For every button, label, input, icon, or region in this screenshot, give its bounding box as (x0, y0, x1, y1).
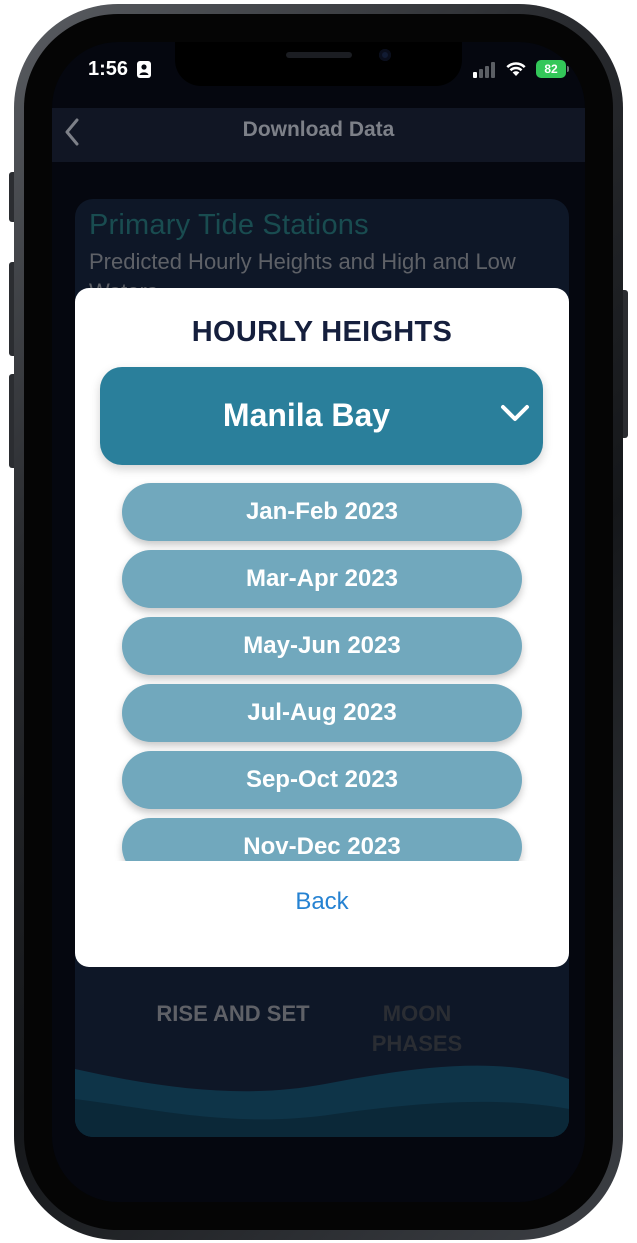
background-card-title: Primary Tide Stations (89, 209, 369, 241)
date-range-button[interactable]: Jan-Feb 2023 (122, 483, 522, 541)
date-range-button[interactable]: Jul-Aug 2023 (122, 684, 522, 742)
date-range-button[interactable]: Sep-Oct 2023 (122, 751, 522, 809)
page-title: Download Data (242, 118, 395, 141)
contact-card-icon (137, 61, 151, 78)
waves-decoration (75, 1065, 569, 1137)
camera-notch (175, 42, 462, 86)
date-range-list[interactable]: Jan-Feb 2023 Mar-Apr 2023 May-Jun 2023 J… (98, 478, 546, 861)
date-range-button[interactable]: Mar-Apr 2023 (122, 550, 522, 608)
chevron-down-icon (501, 405, 529, 421)
device-mockup: 1:56 82 Download Data Primary Tide Stati… (0, 0, 637, 1243)
cellular-signal-icon (473, 62, 495, 78)
date-range-button[interactable]: Nov-Dec 2023 (122, 818, 522, 861)
status-time: 1:56 (88, 58, 129, 80)
moon-phases-option: MOON PHASES (371, 1001, 463, 1056)
dialog-title: HOURLY HEIGHTS (191, 316, 453, 348)
earpiece-speaker (286, 52, 352, 58)
back-button[interactable]: Back (75, 888, 569, 916)
station-selected-value: Manila Bay (222, 397, 391, 433)
station-dropdown[interactable]: Manila Bay (100, 367, 543, 465)
date-range-button[interactable]: May-Jun 2023 (122, 617, 522, 675)
wifi-icon (506, 62, 526, 76)
rise-and-set-option: RISE AND SET (156, 1001, 310, 1026)
front-camera (379, 49, 391, 61)
screen: 1:56 82 Download Data Primary Tide Stati… (52, 42, 585, 1202)
hourly-heights-dialog: HOURLY HEIGHTS Manila Bay Jan-Feb 2023 M… (75, 288, 569, 967)
battery-cap (567, 66, 569, 72)
battery-icon: 82 (536, 60, 566, 78)
